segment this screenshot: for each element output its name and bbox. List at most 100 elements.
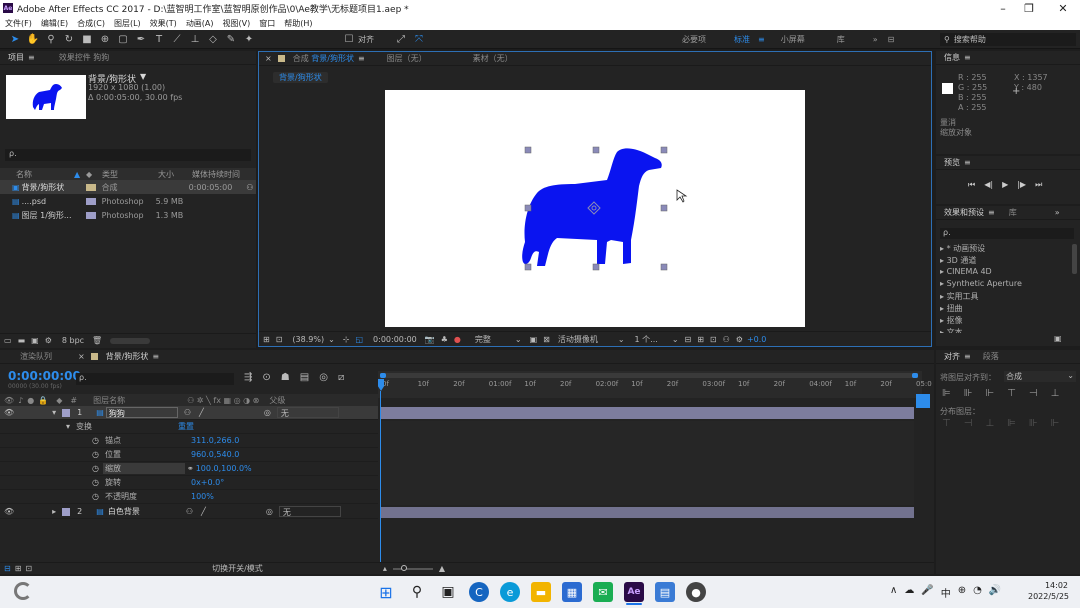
expand-chevron-right-icon[interactable]: ▸ <box>52 507 56 516</box>
mic-icon[interactable]: 🎤 <box>921 585 933 600</box>
effects-category[interactable]: ▸ 抠像 <box>940 315 963 326</box>
shy-icon[interactable]: ☗ <box>281 372 290 383</box>
expand-icon[interactable]: ⤧ <box>412 32 426 46</box>
ime-indicator[interactable]: 中 <box>941 585 951 600</box>
stopwatch-icon[interactable]: ◷ <box>92 492 99 501</box>
text-tool-icon[interactable]: T <box>152 32 166 46</box>
menu-file[interactable]: 文件(F) <box>5 18 32 29</box>
quality-switch-icon[interactable]: ╱ <box>201 507 206 516</box>
snapshot-icon[interactable]: 📷 <box>425 335 435 344</box>
project-search-input[interactable]: ρ. <box>5 149 251 161</box>
effects-title[interactable]: 效果和预设 <box>944 207 984 218</box>
work-area-bar[interactable] <box>380 373 918 378</box>
camera-tool-icon[interactable]: ■ <box>80 32 94 46</box>
eraser-tool-icon[interactable]: ◇ <box>206 32 220 46</box>
workspace-library[interactable]: 库 <box>837 34 845 45</box>
prev-frame-icon[interactable]: ◀| <box>984 180 993 190</box>
clone-tool-icon[interactable]: ⊥ <box>188 32 202 46</box>
align-bottom-icon[interactable]: ⊥ <box>1051 388 1060 399</box>
zoom-tool-icon[interactable]: ⚲ <box>44 32 58 46</box>
property-position[interactable]: ◷ 位置 960.0,540.0 <box>0 448 378 462</box>
reset-exposure-icon[interactable]: ⚙ <box>736 335 743 344</box>
in-out-icon[interactable]: ⊡ <box>25 564 32 573</box>
project-item-row[interactable]: ▤ ....psd Photoshop 5.9 MB <box>0 194 256 208</box>
always-preview-icon[interactable]: ⊞ <box>263 335 270 344</box>
property-opacity[interactable]: ◷ 不透明度 100% <box>0 490 378 504</box>
interpret-footage-icon[interactable]: ▭ <box>4 336 12 345</box>
views-select[interactable]: 1 个... <box>635 334 658 345</box>
effects-category[interactable]: ▸ * 动画预设 <box>940 243 985 254</box>
layer-name[interactable]: 白色背景 <box>108 506 180 517</box>
play-icon[interactable]: ▶ <box>1002 180 1008 190</box>
cloud-icon[interactable]: ☁ <box>904 585 914 600</box>
transform-group[interactable]: ▾ 变换 重置 <box>0 420 378 434</box>
parent-select[interactable]: 无 <box>276 407 339 418</box>
column-parent[interactable]: 父级 <box>269 395 285 406</box>
tab-project[interactable]: 项目 <box>8 52 24 63</box>
roi-icon[interactable]: ▣ <box>530 335 538 344</box>
show-snapshot-icon[interactable]: ♣ <box>441 335 448 344</box>
flowchart-icon[interactable]: ⊡ <box>710 335 717 344</box>
tab-effect-controls[interactable]: 效果控件 狗狗 <box>59 52 110 63</box>
workspace-icon[interactable]: ⊟ <box>888 35 895 44</box>
layer-row-2[interactable]: 👁 ▸ 2 ▤ 白色背景 ⚇ ╱ ◎ 无 <box>0 505 378 519</box>
pickwhip-icon[interactable]: ◎ <box>266 507 273 516</box>
property-scale[interactable]: ◷ 缩放 ⚭ 100.0,100.0% <box>0 462 378 476</box>
distribute-left-icon[interactable]: ⊫ <box>1007 418 1016 429</box>
project-item-row[interactable]: ▤ 图层 1/狗形... Photoshop 1.3 MB <box>0 208 256 222</box>
menu-help[interactable]: 帮助(H) <box>284 18 312 29</box>
layer-row-1[interactable]: 👁 ▾ 1 ▤ 狗狗 ⚇ ╱ ◎ 无 <box>0 406 378 420</box>
tab-render-queue[interactable]: 渲染队列 <box>20 351 52 362</box>
stopwatch-icon[interactable]: ◷ <box>92 464 99 473</box>
maximize-button[interactable]: ❐ <box>1014 0 1044 16</box>
store-icon[interactable]: ▦ <box>562 582 582 602</box>
transfer-controls-icon[interactable]: ⊞ <box>15 564 22 573</box>
workspace-standard[interactable]: 标准 <box>734 34 750 45</box>
effects-category[interactable]: ▸ 文本 <box>940 327 963 333</box>
wifi-icon[interactable]: ◔ <box>973 585 982 600</box>
clock[interactable]: 14:02 2022/5/25 <box>1028 580 1069 602</box>
expand-chevron-down-icon[interactable]: ▾ <box>52 408 56 417</box>
new-comp-icon[interactable]: ▣ <box>31 336 39 345</box>
comp-canvas[interactable] <box>385 90 805 327</box>
column-layer-name[interactable]: 图层名称 <box>93 395 187 406</box>
tab-composition[interactable]: 合成 背景/狗形状 <box>293 53 354 64</box>
tab-timeline-comp[interactable]: 背景/狗形状 <box>106 351 149 362</box>
pan-behind-tool-icon[interactable]: ⊕ <box>98 32 112 46</box>
effects-search-input[interactable]: ρ. <box>940 228 1074 239</box>
project-item-row[interactable]: ▣ 背景/狗形状 合成 0:00:05:00 ⚇ <box>0 180 256 194</box>
task-view-icon[interactable]: ▣ <box>438 582 458 602</box>
align-vcenter-icon[interactable]: ⊣ <box>1029 388 1038 399</box>
exposure-value[interactable]: +0.0 <box>747 335 766 344</box>
first-frame-icon[interactable]: ⏮ <box>968 180 975 190</box>
effects-category[interactable]: ▸ 扭曲 <box>940 303 963 314</box>
workspace-essentials[interactable]: 必要项 <box>682 34 706 45</box>
shape-tool-icon[interactable]: ▢ <box>116 32 130 46</box>
zoom-level[interactable]: (38.9%) <box>292 335 324 344</box>
camera-select[interactable]: 活动摄像机 <box>558 334 598 345</box>
selection-tool-icon[interactable]: ➤ <box>8 32 22 46</box>
distribute-bottom-icon[interactable]: ⊥ <box>985 418 994 429</box>
align-to-select[interactable]: 合成 ⌄ <box>1004 371 1076 382</box>
label-color-icon[interactable] <box>62 507 71 516</box>
last-frame-icon[interactable]: ⏭ <box>1035 180 1042 190</box>
align-top-icon[interactable]: ⊤ <box>1007 388 1016 399</box>
menu-effect[interactable]: 效果(T) <box>150 18 177 29</box>
distribute-right-icon[interactable]: ⊩ <box>1051 418 1060 429</box>
edge-browser-icon[interactable]: e <box>500 582 520 602</box>
layer-name[interactable]: 狗狗 <box>105 407 178 418</box>
info-title[interactable]: 信息 <box>944 52 960 63</box>
settings-icon[interactable]: ⚙ <box>45 336 52 345</box>
snap-icon[interactable]: ⤢ <box>394 32 408 46</box>
new-folder-icon[interactable]: ▬ <box>18 336 26 345</box>
network-icon[interactable]: ⊕ <box>958 585 966 600</box>
puppet-tool-icon[interactable]: ✦ <box>242 32 256 46</box>
align-title[interactable]: 对齐 <box>944 351 960 362</box>
column-size[interactable]: 大小 <box>158 169 192 180</box>
column-type[interactable]: 类型 <box>102 169 158 180</box>
distribute-hcenter-icon[interactable]: ⊪ <box>1029 418 1038 429</box>
property-anchor-point[interactable]: ◷ 锚点 311.0,266.0 <box>0 434 378 448</box>
flowchart-node-icon[interactable]: ⚇ <box>723 335 730 344</box>
start-menu-icon[interactable]: ⊞ <box>376 582 396 602</box>
effects-category[interactable]: ▸ 实用工具 <box>940 291 979 302</box>
